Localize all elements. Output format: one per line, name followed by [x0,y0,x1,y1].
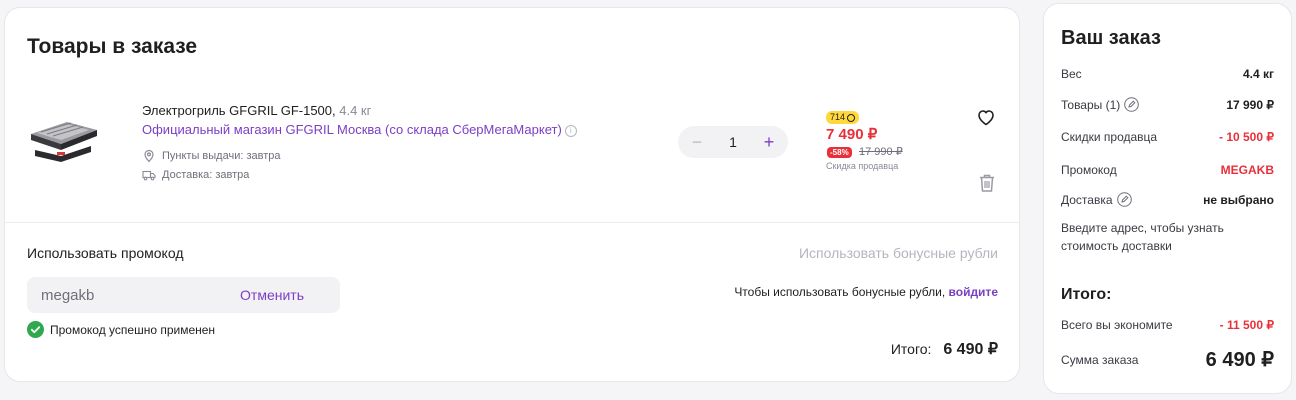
promo-title: Использовать промокод [27,245,184,261]
summary-label-delivery: Доставка [1061,192,1132,207]
order-summary-card: Ваш заказ Вес 4.4 кг Товары (1) 17 990 ₽… [1043,3,1292,394]
pickup-text: Пункты выдачи: завтра [162,150,281,162]
order-total-title: Итого: [1061,286,1112,303]
summary-value: 4.4 кг [1242,67,1274,81]
cart-items-card: Товары в заказе Электрогриль GFGRIL GF-1… [4,7,1020,382]
login-link[interactable]: войдите [949,285,998,299]
summary-value: MEGAKB [1220,163,1274,177]
summary-label: Вес [1061,67,1082,81]
order-sum-value: 6 490 ₽ [1205,349,1274,371]
product-title[interactable]: Электрогриль GFGRIL GF-1500, [142,103,336,118]
heart-icon[interactable] [975,106,997,128]
coin-icon [847,113,856,122]
summary-row-items: Товары (1) 17 990 ₽ [1061,97,1274,112]
info-icon[interactable]: i [564,124,577,137]
discount-caption: Скидка продавца [826,161,899,171]
pencil-icon[interactable] [1124,97,1140,112]
increase-quantity-button[interactable]: + [760,133,778,151]
old-price: 17 990 ₽ [859,146,903,158]
bonus-badge: 714 [826,111,860,124]
savings-value: - 11 500 ₽ [1219,318,1274,332]
savings-label: Всего вы экономите [1061,318,1173,332]
check-icon [27,321,44,338]
discount-badge: -58% [827,147,852,158]
promo-field: Отменить [27,277,340,313]
summary-value: 17 990 ₽ [1226,97,1274,112]
delivery-note: Введите адрес, чтобы узнать стоимость до… [1061,221,1224,253]
seller-link[interactable]: Официальный магазин GFGRIL Москва (со ск… [142,122,577,137]
summary-value: не выбрано [1203,192,1274,207]
quantity-value: 1 [729,134,737,150]
summary-value: - 10 500 ₽ [1218,130,1274,144]
bonus-login-hint: Чтобы использовать бонусные рубли, войди… [734,285,998,299]
promo-cancel-button[interactable]: Отменить [240,287,304,303]
cart-total-value: 6 490 ₽ [943,341,998,358]
order-sum-label: Сумма заказа [1061,352,1139,367]
summary-label: Промокод [1061,163,1117,177]
quantity-stepper: − 1 + [678,126,788,158]
cart-title: Товары в заказе [27,35,198,58]
pencil-icon[interactable] [1116,192,1132,207]
summary-row-savings: Всего вы экономите - 11 500 ₽ [1061,318,1274,332]
summary-label: Товары (1) [1061,97,1121,112]
current-price: 7 490 ₽ [826,126,878,143]
bonus-value: 714 [830,112,846,122]
pin-icon [144,149,154,163]
summary-row-seller-discount: Скидки продавца - 10 500 ₽ [1061,130,1274,144]
trash-icon[interactable] [978,173,996,193]
summary-row-weight: Вес 4.4 кг [1061,67,1274,81]
delivery-text: Доставка: завтра [162,169,250,181]
pickup-info: Пункты выдачи: завтра [142,149,281,163]
cart-total: Итого: 6 490 ₽ [891,339,998,359]
summary-row-promo: Промокод MEGAKB [1061,163,1274,177]
summary-label-items: Товары (1) [1061,97,1140,112]
promo-success-message: Промокод успешно применен [27,321,215,338]
product-name[interactable]: Электрогриль GFGRIL GF-1500, 4.4 кг [142,103,371,118]
section-divider [5,222,1019,223]
summary-row-delivery: Доставка не выбрано [1061,192,1274,207]
product-image[interactable] [27,116,99,166]
order-title: Ваш заказ [1061,27,1161,49]
promo-success-text: Промокод успешно применен [50,322,216,337]
product-weight: 4.4 кг [339,103,372,118]
cart-total-label: Итого: [890,341,932,357]
decrease-quantity-button[interactable]: − [688,133,706,151]
use-bonus-link[interactable]: Использовать бонусные рубли [799,245,998,261]
summary-label: Скидки продавца [1061,130,1158,144]
truck-icon [142,170,156,181]
summary-row-order-sum: Сумма заказа 6 490 ₽ [1061,347,1274,372]
summary-label: Доставка [1061,192,1113,207]
bonus-hint-text: Чтобы использовать бонусные рубли, [734,285,946,299]
delivery-info: Доставка: завтра [142,168,249,182]
promo-input[interactable] [41,286,191,304]
seller-name[interactable]: Официальный магазин GFGRIL Москва (со ск… [142,122,562,137]
